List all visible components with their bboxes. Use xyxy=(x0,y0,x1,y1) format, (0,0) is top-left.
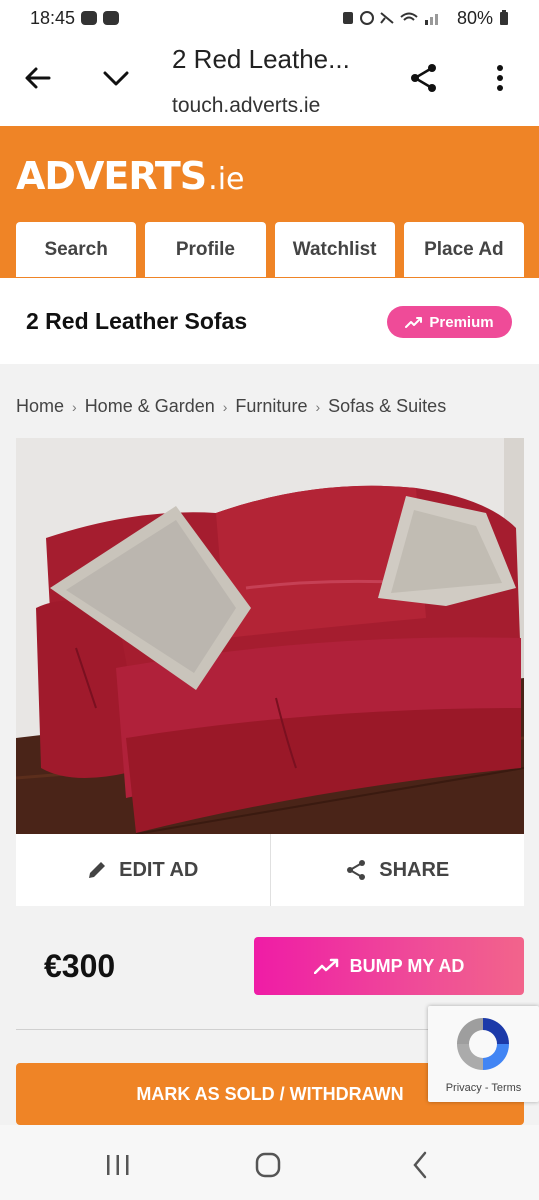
bump-my-ad-button[interactable]: BUMP MY AD xyxy=(254,937,524,995)
back-icon[interactable] xyxy=(400,1145,440,1185)
share-button[interactable]: SHARE xyxy=(269,834,525,906)
divider xyxy=(16,1029,428,1030)
ad-title-bar: 2 Red Leather Sofas Premium xyxy=(0,278,539,364)
ad-title: 2 Red Leather Sofas xyxy=(26,308,248,334)
breadcrumb-home-garden[interactable]: Home & Garden xyxy=(85,396,215,417)
nav-tab-watchlist[interactable]: Watchlist xyxy=(274,222,395,277)
share-icon xyxy=(347,860,366,880)
url-bar[interactable]: touch.adverts.ie xyxy=(172,94,320,118)
battery-level: 80% xyxy=(456,7,493,28)
premium-label: Premium xyxy=(429,313,494,331)
recaptcha-badge[interactable]: Privacy - Terms xyxy=(428,1006,539,1102)
page-tab-title: 2 Red Leathe... xyxy=(172,44,350,74)
message-notification-icon xyxy=(103,11,120,25)
status-time: 18:45 xyxy=(30,7,76,28)
chat-notification-icon xyxy=(81,11,98,25)
home-icon[interactable] xyxy=(248,1145,288,1185)
edit-ad-button[interactable]: EDIT AD xyxy=(16,834,270,906)
ad-actions: EDIT AD SHARE xyxy=(16,834,524,906)
breadcrumb-furniture[interactable]: Furniture xyxy=(235,396,307,417)
share-label: SHARE xyxy=(379,858,450,881)
site-header: ADVERTS .ie Search Profile Watchlist Pla… xyxy=(0,126,539,278)
recents-icon[interactable] xyxy=(98,1145,138,1185)
premium-badge[interactable]: Premium xyxy=(387,306,512,338)
recaptcha-icon xyxy=(457,1018,509,1070)
trending-up-icon xyxy=(405,317,423,328)
back-arrow-icon[interactable] xyxy=(18,58,58,98)
nav-tab-search[interactable]: Search xyxy=(16,222,137,277)
mark-sold-label: MARK AS SOLD / WITHDRAWN xyxy=(136,1083,404,1104)
trending-up-icon xyxy=(313,958,338,974)
logo-text: ADVERTS xyxy=(16,154,207,198)
more-vert-icon[interactable] xyxy=(480,58,520,98)
breadcrumb: Home › Home & Garden › Furniture › Sofas… xyxy=(16,396,446,417)
logo-suffix: .ie xyxy=(208,162,245,197)
adverts-logo[interactable]: ADVERTS .ie xyxy=(16,154,245,198)
nav-tab-profile[interactable]: Profile xyxy=(145,222,266,277)
breadcrumb-sofas-suites[interactable]: Sofas & Suites xyxy=(328,396,446,417)
battery-icon xyxy=(500,10,508,25)
chevron-right-icon: › xyxy=(315,398,321,415)
site-nav: Search Profile Watchlist Place Ad xyxy=(16,222,524,277)
browser-toolbar: 2 Red Leathe... touch.adverts.ie xyxy=(0,36,539,126)
ad-photo[interactable] xyxy=(16,438,524,834)
bump-label: BUMP MY AD xyxy=(349,955,465,976)
edit-ad-label: EDIT AD xyxy=(119,858,199,881)
system-nav-bar xyxy=(0,1125,539,1200)
ad-price: €300 xyxy=(44,948,116,984)
recaptcha-links[interactable]: Privacy - Terms xyxy=(428,1082,539,1094)
chevron-right-icon: › xyxy=(72,398,77,415)
chevron-right-icon: › xyxy=(222,398,228,415)
pencil-icon xyxy=(89,862,106,878)
nav-tab-place-ad[interactable]: Place Ad xyxy=(403,222,524,277)
share-icon[interactable] xyxy=(404,58,444,98)
breadcrumb-home[interactable]: Home xyxy=(16,396,64,417)
status-icons xyxy=(342,11,438,25)
chevron-down-icon[interactable] xyxy=(96,58,136,98)
status-bar: 18:45 80% xyxy=(0,0,539,36)
